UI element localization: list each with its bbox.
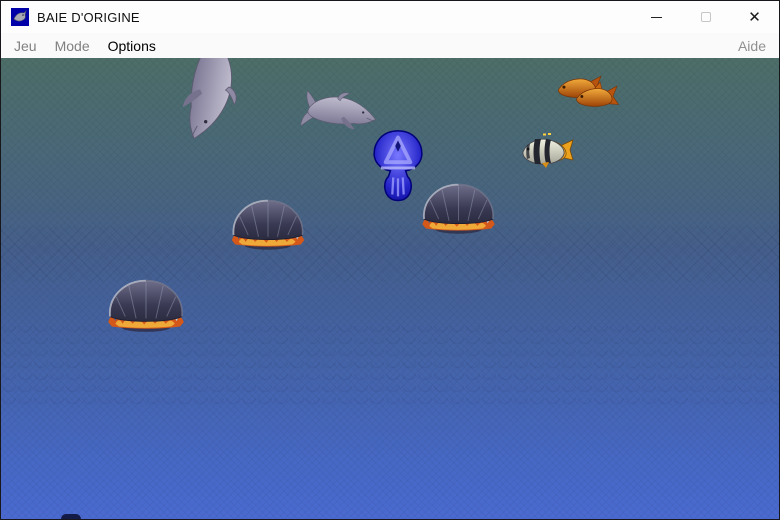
window-controls: ✕ [632,1,779,33]
window-title: BAIE D'ORIGINE [37,10,140,25]
close-button[interactable]: ✕ [730,1,779,33]
water-wave-band [1,326,779,410]
clam-lower-left-sprite[interactable] [101,270,191,338]
clownfish-sprite[interactable] [518,133,574,169]
menu-aide[interactable]: Aide [729,36,775,56]
app-window: BAIE D'ORIGINE ✕ Jeu Mode Options Aide [0,0,780,520]
menu-mode[interactable]: Mode [46,36,99,56]
maximize-button[interactable] [681,1,730,33]
maximize-icon [701,12,711,22]
menu-options[interactable]: Options [99,36,165,56]
menubar: Jeu Mode Options Aide [1,33,779,58]
minimize-icon [651,17,662,18]
clam-upper-left-sprite[interactable] [224,192,312,254]
minimize-button[interactable] [632,1,681,33]
dolphin-diving-sprite[interactable] [166,58,250,148]
app-icon [11,8,29,26]
menu-jeu[interactable]: Jeu [5,36,46,56]
close-icon: ✕ [748,10,761,25]
orange-fish-pair-sprite[interactable] [550,72,630,114]
titlebar: BAIE D'ORIGINE ✕ [1,1,779,33]
clam-center-sprite[interactable] [415,176,502,238]
creature-emerging-bottom-sprite[interactable] [61,514,81,520]
game-scene[interactable] [1,58,779,520]
